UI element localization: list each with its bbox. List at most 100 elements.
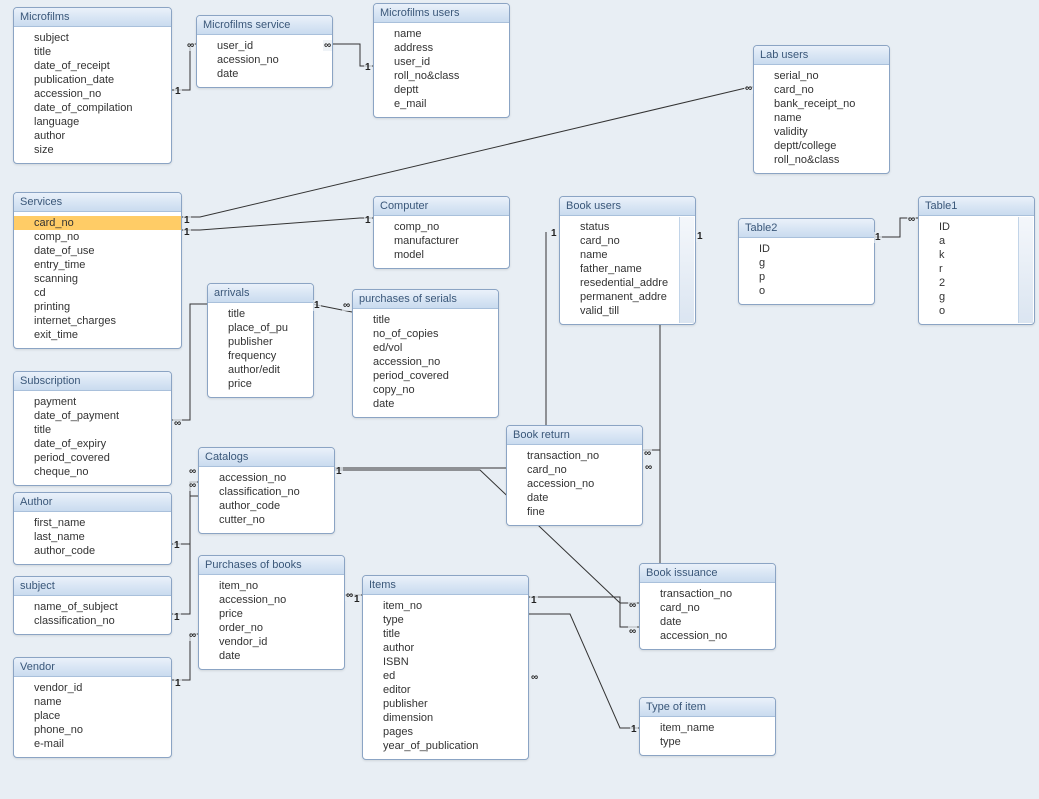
field[interactable]: transaction_no: [527, 449, 634, 463]
table-header[interactable]: Computer: [374, 197, 509, 216]
table-header[interactable]: Items: [363, 576, 528, 595]
table-items[interactable]: Itemsitem_notypetitleauthorISBNededitorp…: [362, 575, 529, 760]
field[interactable]: p: [759, 270, 866, 284]
table-header[interactable]: purchases of serials: [353, 290, 498, 309]
table-book_issuance[interactable]: Book issuancetransaction_nocard_nodateac…: [639, 563, 776, 650]
field[interactable]: date_of_use: [34, 244, 173, 258]
field[interactable]: ed: [383, 669, 520, 683]
table-subscription[interactable]: Subscriptionpaymentdate_of_paymenttitled…: [13, 371, 172, 486]
field[interactable]: name: [34, 695, 163, 709]
field[interactable]: accession_no: [219, 593, 336, 607]
table-header[interactable]: Book users: [560, 197, 695, 216]
field[interactable]: no_of_copies: [373, 327, 490, 341]
table-header[interactable]: Purchases of books: [199, 556, 344, 575]
table-header[interactable]: Microfilms service: [197, 16, 332, 35]
table-vendor[interactable]: Vendorvendor_idnameplacephone_noe-mail: [13, 657, 172, 758]
table-services[interactable]: Servicescard_nocomp_nodate_of_useentry_t…: [13, 192, 182, 349]
table-purchases_books[interactable]: Purchases of books item_noaccession_nopri…: [198, 555, 345, 670]
field[interactable]: ID: [759, 242, 866, 256]
field[interactable]: price: [219, 607, 336, 621]
field[interactable]: publisher: [228, 335, 305, 349]
field[interactable]: name: [774, 111, 881, 125]
field[interactable]: title: [383, 627, 520, 641]
field[interactable]: accession_no: [34, 87, 163, 101]
field[interactable]: accession_no: [373, 355, 490, 369]
table-header[interactable]: Type of item: [640, 698, 775, 717]
table-type_of_item[interactable]: Type of itemitem_nametype: [639, 697, 776, 756]
field[interactable]: entry_time: [34, 258, 173, 272]
field[interactable]: date_of_expiry: [34, 437, 163, 451]
table-microfilms_users[interactable]: Microfilms usersnameaddressuser_idroll_n…: [373, 3, 510, 118]
table-author[interactable]: Authorfirst_namelast_nameauthor_code: [13, 492, 172, 565]
field[interactable]: comp_no: [394, 220, 501, 234]
table-header[interactable]: Table1: [919, 197, 1034, 216]
table-purchases_serials[interactable]: purchases of serialstitleno_of_copiesed/…: [352, 289, 499, 418]
field[interactable]: author_code: [219, 499, 326, 513]
field[interactable]: author: [34, 129, 163, 143]
field[interactable]: title: [373, 313, 490, 327]
field[interactable]: o: [939, 304, 1026, 318]
field[interactable]: accession_no: [219, 471, 326, 485]
table-header[interactable]: Microfilms users: [374, 4, 509, 23]
field[interactable]: author/edit: [228, 363, 305, 377]
field[interactable]: item_no: [219, 579, 336, 593]
field[interactable]: status: [580, 220, 687, 234]
field[interactable]: ID: [939, 220, 1026, 234]
field[interactable]: serial_no: [774, 69, 881, 83]
field[interactable]: accession_no: [527, 477, 634, 491]
field[interactable]: manufacturer: [394, 234, 501, 248]
table-header[interactable]: arrivals: [208, 284, 313, 303]
field[interactable]: language: [34, 115, 163, 129]
field[interactable]: card_no: [527, 463, 634, 477]
table-computer[interactable]: Computer comp_nomanufacturermodel: [373, 196, 510, 269]
table-book_return[interactable]: Book returntransaction_nocard_noaccessio…: [506, 425, 643, 526]
field[interactable]: publisher: [383, 697, 520, 711]
table-header[interactable]: Book issuance: [640, 564, 775, 583]
field[interactable]: date: [373, 397, 490, 411]
field[interactable]: deptt: [394, 83, 501, 97]
table-header[interactable]: Table2: [739, 219, 874, 238]
table-header[interactable]: subject: [14, 577, 171, 596]
field[interactable]: user_id: [394, 55, 501, 69]
field[interactable]: a: [939, 234, 1026, 248]
table-microfilms[interactable]: Microfilmssubjecttitledate_of_receiptpub…: [13, 7, 172, 164]
field[interactable]: order_no: [219, 621, 336, 635]
field[interactable]: date_of_receipt: [34, 59, 163, 73]
field[interactable]: year_of_publication: [383, 739, 520, 753]
field[interactable]: model: [394, 248, 501, 262]
table-header[interactable]: Microfilms: [14, 8, 171, 27]
field[interactable]: payment: [34, 395, 163, 409]
table-catalogs[interactable]: Catalogsaccession_noclassification_noaut…: [198, 447, 335, 534]
field[interactable]: vendor_id: [219, 635, 336, 649]
field[interactable]: 2: [939, 276, 1026, 290]
field[interactable]: date: [217, 67, 324, 81]
table-header[interactable]: Vendor: [14, 658, 171, 677]
field[interactable]: address: [394, 41, 501, 55]
field[interactable]: period_covered: [34, 451, 163, 465]
field[interactable]: date_of_payment: [34, 409, 163, 423]
field[interactable]: card_no: [580, 234, 687, 248]
field[interactable]: vendor_id: [34, 681, 163, 695]
field[interactable]: type: [660, 735, 767, 749]
field[interactable]: permanent_addre: [580, 290, 687, 304]
field[interactable]: validity: [774, 125, 881, 139]
field[interactable]: name_of_subject: [34, 600, 163, 614]
field[interactable]: title: [228, 307, 305, 321]
field[interactable]: author: [383, 641, 520, 655]
table-microfilms_service[interactable]: Microfilms serviceuser_idacession_nodate: [196, 15, 333, 88]
field[interactable]: bank_receipt_no: [774, 97, 881, 111]
field[interactable]: size: [34, 143, 163, 157]
field[interactable]: valid_till: [580, 304, 687, 318]
field[interactable]: r: [939, 262, 1026, 276]
field[interactable]: type: [383, 613, 520, 627]
field[interactable]: fine: [527, 505, 634, 519]
field[interactable]: place: [34, 709, 163, 723]
table-header[interactable]: Catalogs: [199, 448, 334, 467]
field[interactable]: date: [219, 649, 336, 663]
field[interactable]: classification_no: [34, 614, 163, 628]
field[interactable]: printing: [34, 300, 173, 314]
field[interactable]: name: [394, 27, 501, 41]
field[interactable]: exit_time: [34, 328, 173, 342]
field[interactable]: copy_no: [373, 383, 490, 397]
field[interactable]: period_covered: [373, 369, 490, 383]
